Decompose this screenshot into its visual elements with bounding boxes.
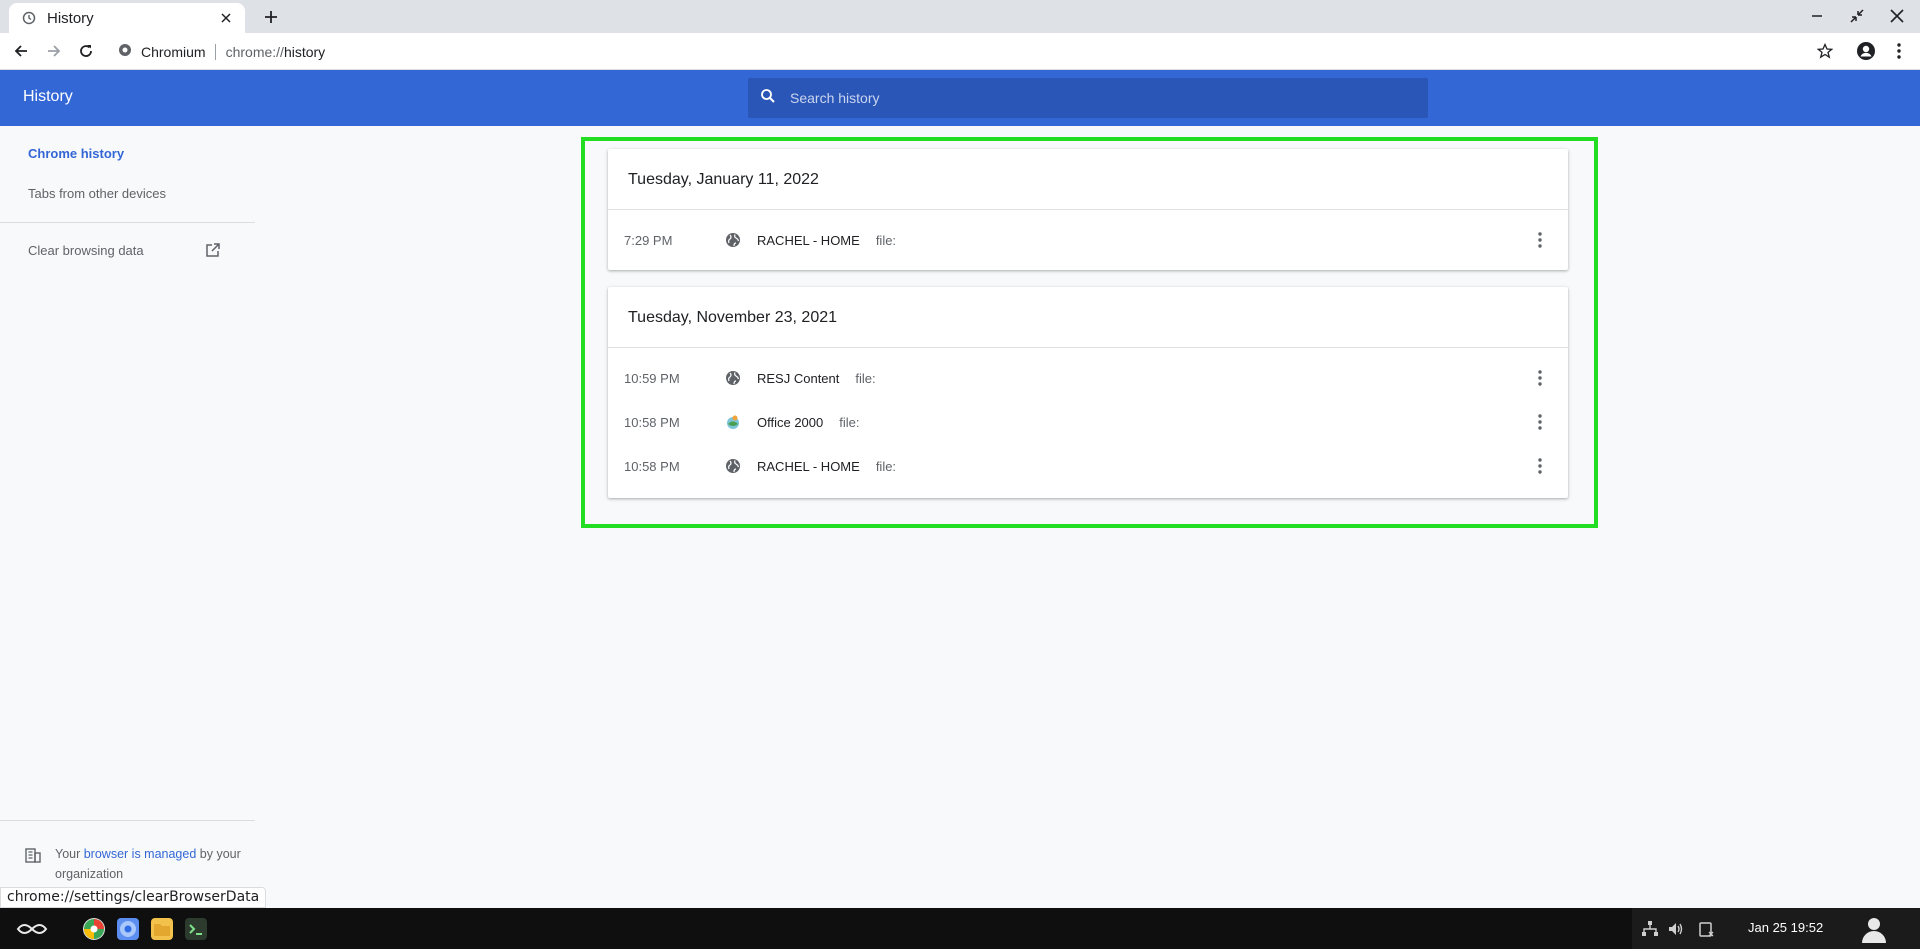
battery-icon[interactable] — [1697, 920, 1715, 938]
tab-strip: History — [0, 0, 1920, 33]
sidebar-item-chrome-history[interactable]: Chrome history — [28, 146, 124, 161]
bookmark-star-icon[interactable] — [1812, 38, 1838, 64]
sidebar-item-tabs-other-devices[interactable]: Tabs from other devices — [28, 186, 166, 201]
new-tab-button[interactable] — [259, 5, 283, 29]
entry-title-link[interactable]: RACHEL - HOME — [757, 233, 860, 248]
more-actions-icon[interactable] — [1528, 366, 1552, 390]
browser-managed-link[interactable]: browser is managed — [84, 847, 197, 861]
omnibox-separator — [214, 43, 216, 60]
clear-browsing-data-link[interactable]: Clear browsing data — [28, 243, 144, 258]
forward-button[interactable] — [41, 38, 67, 64]
search-icon — [760, 88, 776, 109]
chromium-icon — [118, 43, 132, 60]
minimize-icon[interactable] — [1802, 4, 1832, 28]
sidebar-divider — [0, 222, 255, 223]
address-bar[interactable]: Chromium chrome:// history — [109, 37, 1823, 66]
entry-title-link[interactable]: RESJ Content — [757, 371, 839, 386]
files-icon[interactable] — [151, 918, 173, 940]
office-favicon — [725, 414, 741, 430]
building-icon — [24, 844, 42, 884]
globe-icon — [725, 458, 741, 474]
url-scheme: chrome:// — [225, 43, 284, 60]
back-button[interactable] — [8, 38, 34, 64]
url-path: history — [283, 43, 326, 60]
search-box[interactable] — [748, 78, 1428, 118]
day-date: Tuesday, January 11, 2022 — [608, 149, 1568, 210]
managed-prefix: Your — [55, 847, 84, 861]
card-spacer — [608, 488, 1568, 498]
sidebar: Chrome history Tabs from other devices C… — [0, 126, 255, 906]
history-entry[interactable]: 7:29 PM RACHEL - HOME file: — [608, 210, 1568, 270]
entry-domain: file: — [855, 370, 876, 386]
entry-domain: file: — [875, 458, 897, 474]
managed-notice: Your browser is managed by your organiza… — [24, 844, 254, 884]
entry-domain: file: — [839, 414, 860, 430]
taskbar-clock[interactable]: Jan 25 19:52 — [1748, 920, 1823, 935]
terminal-icon[interactable] — [185, 918, 207, 940]
network-icon[interactable] — [1641, 920, 1659, 938]
entry-time: 7:29 PM — [624, 232, 673, 248]
browser-toolbar: Chromium chrome:// history — [0, 33, 1920, 70]
history-entry[interactable]: 10:58 PM Office 2000 file: — [608, 400, 1568, 444]
entry-time: 10:58 PM — [624, 414, 680, 430]
globe-icon — [725, 370, 741, 386]
history-clock-icon — [21, 10, 37, 26]
tab-history[interactable]: History — [9, 3, 245, 33]
status-bubble: chrome://settings/clearBrowserData — [0, 887, 267, 908]
menu-kebab-icon[interactable] — [1886, 38, 1912, 64]
card-spacer — [608, 348, 1568, 356]
page-title: History — [23, 88, 73, 105]
entry-time: 10:59 PM — [624, 370, 680, 386]
chromium-taskbar-icon[interactable] — [117, 918, 139, 940]
entry-title-link[interactable]: RACHEL - HOME — [757, 459, 860, 474]
volume-icon[interactable] — [1667, 920, 1685, 938]
tab-title: History — [47, 9, 94, 27]
open-in-new-icon[interactable] — [205, 242, 223, 260]
search-input[interactable] — [790, 90, 1390, 106]
restore-icon[interactable] — [1842, 4, 1872, 28]
history-entry[interactable]: 10:58 PM RACHEL - HOME file: — [608, 444, 1568, 488]
more-actions-icon[interactable] — [1528, 454, 1552, 478]
entry-domain: file: — [875, 232, 897, 248]
reload-button[interactable] — [73, 38, 99, 64]
close-window-icon[interactable] — [1882, 4, 1912, 28]
history-header: History — [0, 70, 1920, 126]
sidebar-bottom-divider — [0, 820, 255, 821]
more-actions-icon[interactable] — [1528, 410, 1552, 434]
app-icon-color-picker[interactable] — [83, 918, 105, 940]
history-day-card: Tuesday, January 11, 2022 7:29 PM RACHEL… — [608, 149, 1568, 270]
user-avatar-icon[interactable] — [1859, 913, 1889, 948]
taskbar: Jan 25 19:52 — [0, 908, 1920, 949]
close-icon[interactable] — [217, 9, 235, 27]
more-actions-icon[interactable] — [1528, 228, 1552, 252]
entry-title-link[interactable]: Office 2000 — [757, 415, 823, 430]
entry-time: 10:58 PM — [624, 458, 680, 474]
launcher-icon[interactable] — [16, 920, 48, 943]
day-date: Tuesday, November 23, 2021 — [608, 287, 1568, 348]
profile-avatar-icon[interactable] — [1853, 38, 1879, 64]
history-day-card: Tuesday, November 23, 2021 10:59 PM RESJ… — [608, 287, 1568, 498]
site-chip: Chromium — [141, 43, 206, 60]
globe-icon — [725, 232, 741, 248]
history-entry[interactable]: 10:59 PM RESJ Content file: — [608, 356, 1568, 400]
